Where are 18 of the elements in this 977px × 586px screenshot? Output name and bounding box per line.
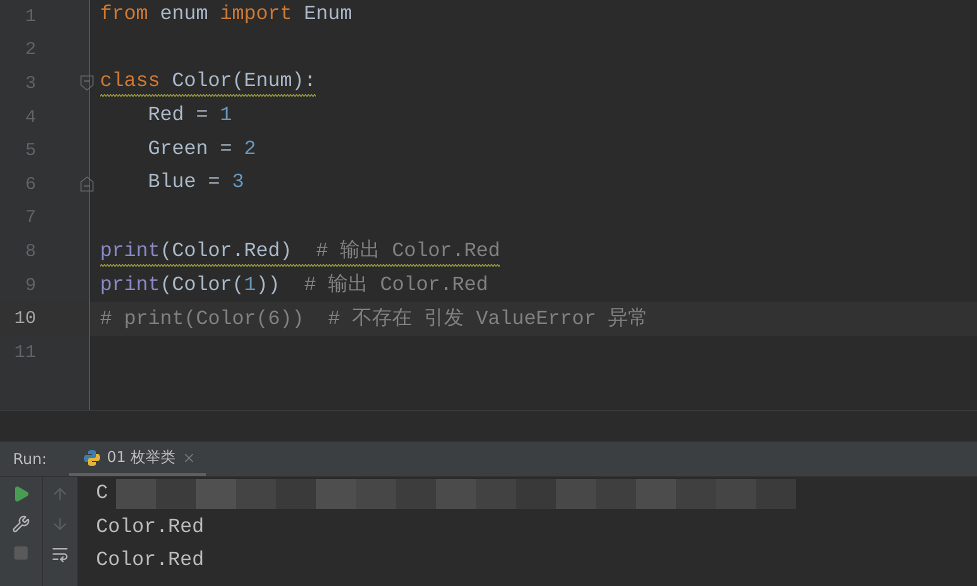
code-line: Red = 1 xyxy=(147,104,232,130)
wrap-icon[interactable] xyxy=(51,545,69,563)
code-line: # print(Color(6)) # 不存在 引发 ValueError 异常 xyxy=(100,306,648,333)
code-line: Green = 2 xyxy=(147,138,256,163)
stop-icon[interactable] xyxy=(13,545,29,561)
run-icon[interactable] xyxy=(12,485,30,503)
fold-icon xyxy=(80,75,94,92)
output-line: Color.Red xyxy=(96,516,204,539)
run-label: Run: xyxy=(13,450,47,468)
code-line: print(Color(1)) # 输出 Color.Red xyxy=(100,272,488,300)
code-line: from enum import Enum xyxy=(100,3,352,28)
fold-icon xyxy=(80,176,94,192)
python-icon xyxy=(82,448,101,466)
code-line: Blue = 3 xyxy=(147,171,244,196)
output-line: Color.Red xyxy=(96,549,204,572)
output-line: C xyxy=(96,482,108,506)
wrench-icon[interactable] xyxy=(12,515,30,533)
line-number: 10 xyxy=(13,309,36,330)
